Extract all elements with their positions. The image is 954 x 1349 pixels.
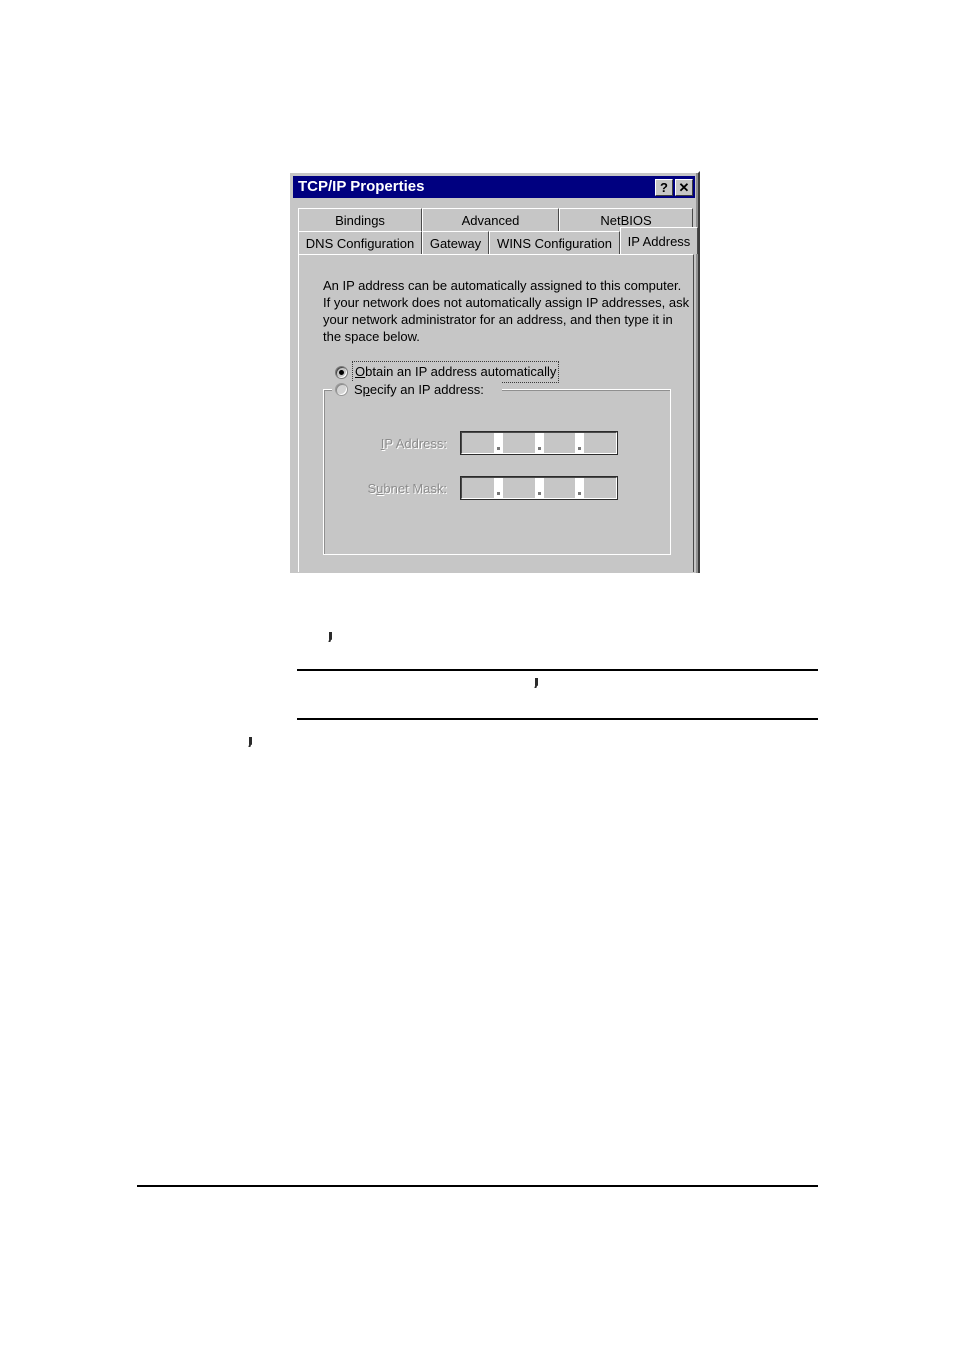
subnet-mask-separator-1 — [493, 478, 503, 498]
page-mark-1 — [329, 632, 332, 640]
description-line-2: If your network does not automatically a… — [323, 295, 690, 310]
tab-strip: Bindings Advanced NetBIOS DNS Configurat… — [298, 208, 698, 256]
subnet-mask-field-row: Subnet Mask: — [343, 477, 617, 499]
tab-dns-configuration[interactable]: DNS Configuration — [298, 231, 422, 254]
ip-address-field-row: IP Address: — [343, 432, 617, 454]
ip-address-input[interactable] — [461, 432, 617, 454]
dialog-titlebar[interactable]: TCP/IP Properties ? ✕ — [293, 176, 695, 198]
description-line-4: the space below. — [323, 329, 420, 344]
subnet-mask-dot-3 — [578, 492, 582, 495]
subnet-mask-dot-1 — [496, 492, 500, 495]
subnet-mask-octet-4[interactable] — [584, 478, 616, 498]
subnet-mask-label-pre: S — [367, 480, 377, 496]
tab-bindings-label: Bindings — [335, 212, 385, 228]
tab-gateway[interactable]: Gateway — [422, 231, 489, 254]
tab-bindings[interactable]: Bindings — [298, 208, 422, 231]
tab-gateway-label: Gateway — [429, 235, 482, 251]
page-mark-2 — [535, 678, 538, 686]
tab-ip-address[interactable]: IP Address — [620, 227, 698, 254]
dialog-title: TCP/IP Properties — [298, 178, 425, 195]
page-footer-rule — [137, 1185, 818, 1187]
radio-obtain-label: Obtain an IP address automatically — [355, 364, 556, 379]
ip-address-octet-3[interactable] — [543, 433, 576, 453]
radio-obtain-ip-automatically[interactable]: Obtain an IP address automatically — [335, 361, 560, 383]
specify-ip-groupbox — [323, 382, 671, 555]
subnet-mask-label: Subnet Mask: — [343, 480, 448, 496]
subnet-mask-octet-3[interactable] — [543, 478, 576, 498]
ip-address-dot-1 — [496, 447, 500, 450]
radio-specify-accel: p — [362, 382, 370, 397]
subnet-mask-dot-2 — [537, 492, 541, 495]
tab-netbios-label: NetBIOS — [600, 212, 652, 228]
description-line-1: An IP address can be automatically assig… — [323, 278, 682, 293]
tab-advanced-label: Advanced — [461, 212, 520, 228]
page-mark-3 — [249, 737, 252, 745]
tab-ip-address-label: IP Address — [627, 233, 691, 249]
tab-advanced[interactable]: Advanced — [422, 208, 559, 231]
radio-specify-label: Specify an IP address: — [354, 382, 484, 397]
ip-address-dot-2 — [537, 447, 541, 450]
radio-obtain-accel: O — [355, 364, 366, 379]
close-icon[interactable]: ✕ — [675, 178, 693, 196]
subnet-mask-octet-1[interactable] — [462, 478, 494, 498]
ip-address-octet-1[interactable] — [462, 433, 494, 453]
radio-obtain-focus-ring: Obtain an IP address automatically — [352, 361, 560, 383]
help-button[interactable]: ? — [655, 178, 673, 196]
ip-address-label-rest: P Address: — [384, 435, 447, 451]
ip-address-separator-1 — [493, 433, 503, 453]
ip-address-separator-2 — [534, 433, 544, 453]
radio-specify-indicator[interactable] — [335, 383, 348, 396]
ip-address-octet-4[interactable] — [584, 433, 616, 453]
description-line-3: your network administrator for an addres… — [323, 312, 673, 327]
radio-specify-label-rest: ecify an IP address: — [369, 382, 484, 397]
subnet-mask-separator-3 — [575, 478, 585, 498]
subnet-mask-octet-2[interactable] — [502, 478, 535, 498]
radio-obtain-label-rest: btain an IP address automatically — [365, 364, 557, 379]
tab-row-bottom: DNS Configuration Gateway WINS Configura… — [298, 227, 698, 254]
ip-address-octet-2[interactable] — [502, 433, 535, 453]
ip-address-label: IP Address: — [343, 436, 447, 451]
page-rule-1 — [297, 669, 818, 671]
subnet-mask-label-rest: bnet Mask: — [383, 480, 447, 496]
subnet-mask-input[interactable] — [461, 477, 617, 499]
tcpip-properties-dialog: TCP/IP Properties ? ✕ Bindings Advanced … — [288, 171, 700, 573]
tab-wins-configuration[interactable]: WINS Configuration — [489, 231, 620, 254]
page-rule-2 — [297, 718, 818, 720]
tab-wins-configuration-label: WINS Configuration — [497, 235, 612, 251]
subnet-mask-separator-2 — [534, 478, 544, 498]
tab-dns-configuration-label: DNS Configuration — [305, 235, 415, 251]
description-text: An IP address can be automatically assig… — [323, 277, 690, 345]
radio-obtain-indicator[interactable] — [335, 365, 348, 379]
ip-address-separator-3 — [575, 433, 585, 453]
radio-specify-ip-address[interactable]: Specify an IP address: — [335, 382, 484, 397]
ip-address-dot-3 — [578, 447, 582, 450]
radio-specify-label-pre: S — [354, 382, 363, 397]
tab-panel-ip-address: An IP address can be automatically assig… — [298, 254, 694, 572]
